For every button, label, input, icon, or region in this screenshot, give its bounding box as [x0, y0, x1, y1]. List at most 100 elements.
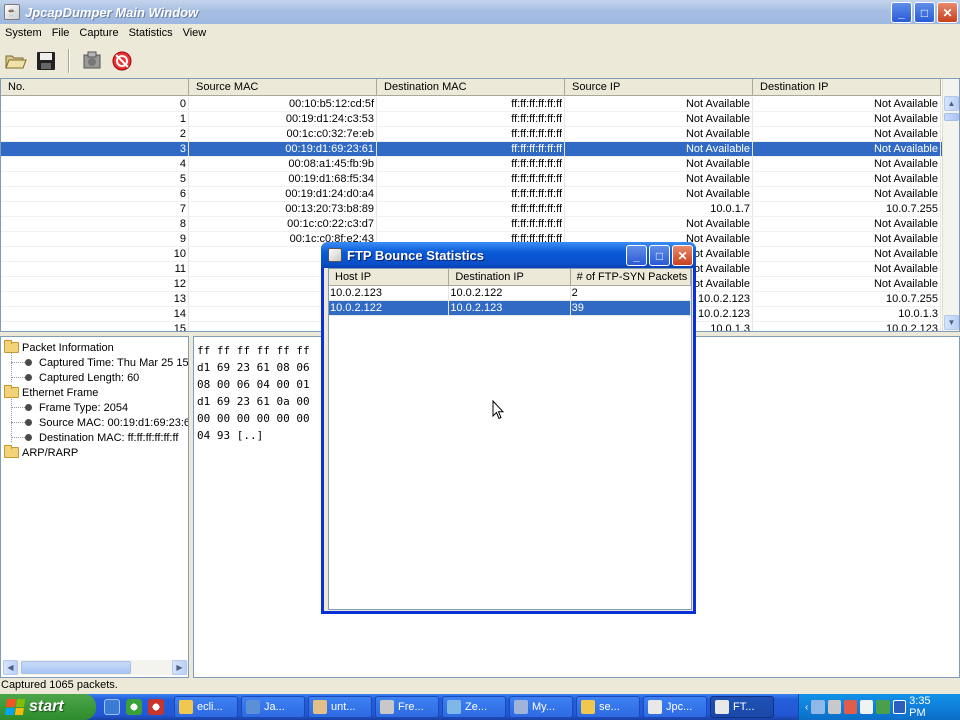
table-row[interactable]: 1 00:19:d1:24:c3:53 ff:ff:ff:ff:ff:ff Not A…	[1, 112, 943, 127]
col-header-destination-mac[interactable]: Destination MAC	[377, 79, 565, 95]
menu-bar: System File Capture Statistics View	[0, 24, 960, 42]
cell-source-ip: Not Available	[565, 127, 753, 141]
table-row[interactable]: 6 00:19:d1:24:d0:a4 ff:ff:ff:ff:ff:ff Not A…	[1, 187, 943, 202]
show-desktop-icon[interactable]	[104, 699, 120, 715]
cell-source-mac: 00:08:a1:45:fb:9b	[189, 157, 377, 171]
dialog-maximize-button[interactable]: □	[649, 245, 670, 266]
title-bar[interactable]: ☕ JpcapDumper Main Window _ □ ✕	[0, 0, 960, 24]
table-row-selected[interactable]: 10.0.2.122 10.0.2.123 39	[329, 301, 691, 316]
tree-node-arp-rarp[interactable]: ARP/RARP	[4, 445, 78, 460]
tray-icon-messenger[interactable]	[876, 700, 890, 714]
tree-leaf-label: Frame Type: 2054	[39, 401, 129, 414]
scroll-thumb[interactable]	[944, 113, 959, 121]
menu-capture[interactable]: Capture	[74, 27, 123, 39]
table-vertical-scrollbar[interactable]: ▲ ▼	[942, 79, 959, 331]
start-button[interactable]: start	[0, 694, 96, 720]
scroll-right-icon[interactable]: ▶	[172, 660, 187, 675]
taskbar-task-button[interactable]: Ja...	[241, 696, 305, 718]
tree-node-packet-information[interactable]: Packet Information	[4, 340, 114, 355]
tree-node-label: Packet Information	[22, 341, 114, 354]
taskbar-task-button[interactable]: se...	[576, 696, 640, 718]
scroll-thumb[interactable]	[21, 661, 131, 674]
table-row[interactable]: 0 00:10:b5:12:cd:5f ff:ff:ff:ff:ff:ff Not A…	[1, 97, 943, 112]
cell-destination-ip: Not Available	[753, 217, 941, 231]
taskbar-task-button[interactable]: Fre...	[375, 696, 439, 718]
tree-leaf-label: Destination MAC: ff:ff:ff:ff:ff:ff	[39, 431, 179, 444]
col-header-source-ip[interactable]: Source IP	[565, 79, 753, 95]
scroll-left-icon[interactable]: ◀	[3, 660, 18, 675]
tree-leaf-source-mac[interactable]: Source MAC: 00:19:d1:69:23:61	[25, 415, 188, 430]
tray-expand-icon[interactable]: ‹	[805, 702, 808, 713]
cell-destination-mac: ff:ff:ff:ff:ff:ff	[377, 127, 565, 141]
task-app-icon	[648, 700, 662, 714]
col-header-host-ip[interactable]: Host IP	[329, 269, 450, 285]
taskbar-task-button[interactable]: Jpc...	[643, 696, 707, 718]
tray-icon-display[interactable]	[827, 700, 841, 714]
tree-node-ethernet-frame[interactable]: Ethernet Frame	[4, 385, 98, 400]
capture-stop-icon[interactable]	[110, 49, 134, 73]
table-row[interactable]: 8 00:1c:c0:22:c3:d7 ff:ff:ff:ff:ff:ff Not A…	[1, 217, 943, 232]
tree-leaf-captured-time[interactable]: Captured Time: Thu Mar 25 15:35	[25, 355, 188, 370]
table-row[interactable]: 10.0.2.123 10.0.2.122 2	[329, 286, 691, 301]
tree-node-label: ARP/RARP	[22, 446, 79, 459]
tray-icon-monitor[interactable]	[892, 700, 907, 714]
dialog-minimize-button[interactable]: _	[626, 245, 647, 266]
tray-icon-network[interactable]	[811, 700, 825, 714]
col-header-destination-ip[interactable]: Destination IP	[449, 269, 571, 285]
status-bar: Captured 1065 packets.	[1, 679, 118, 691]
scroll-up-icon[interactable]: ▲	[944, 96, 959, 111]
task-label: Jpc...	[666, 701, 693, 713]
cell-destination-ip: Not Available	[753, 127, 941, 141]
task-app-icon	[447, 700, 461, 714]
taskbar-task-button[interactable]: My...	[509, 696, 573, 718]
tree-horizontal-scrollbar[interactable]: ◀ ▶	[3, 660, 188, 675]
table-row[interactable]: 2 00:1c:c0:32:7e:eb ff:ff:ff:ff:ff:ff Not A…	[1, 127, 943, 142]
network-icon[interactable]	[148, 699, 164, 715]
table-row[interactable]: 5 00:19:d1:68:f5:34 ff:ff:ff:ff:ff:ff Not A…	[1, 172, 943, 187]
save-disk-icon[interactable]	[34, 49, 58, 73]
menu-view[interactable]: View	[178, 27, 212, 39]
maximize-button[interactable]: □	[914, 2, 935, 23]
close-button[interactable]: ✕	[937, 2, 958, 23]
table-row[interactable]: 4 00:08:a1:45:fb:9b ff:ff:ff:ff:ff:ff Not A…	[1, 157, 943, 172]
table-header: No. Source MAC Destination MAC Source IP…	[1, 79, 941, 96]
menu-statistics[interactable]: Statistics	[124, 27, 178, 39]
minimize-button[interactable]: _	[891, 2, 912, 23]
windows-flag-icon	[4, 699, 26, 715]
scroll-down-icon[interactable]: ▼	[944, 315, 959, 330]
col-header-ftp-syn-packets[interactable]: # of FTP-SYN Packets	[571, 269, 691, 285]
dialog-title-bar[interactable]: FTP Bounce Statistics _ □ ✕	[321, 242, 696, 268]
capture-start-icon[interactable]	[80, 49, 104, 73]
cell-destination-ip: Not Available	[753, 112, 941, 126]
col-header-destination-ip[interactable]: Destination IP	[753, 79, 941, 95]
dialog-close-button[interactable]: ✕	[672, 245, 693, 266]
packet-tree-panel: Packet Information Captured Time: Thu Ma…	[0, 336, 189, 678]
cell-destination-ip: 10.0.2.122	[449, 286, 571, 300]
tray-icon-update[interactable]	[860, 700, 874, 714]
taskbar-task-button[interactable]: ecli...	[174, 696, 238, 718]
cell-no: 15	[1, 322, 189, 331]
taskbar-task-button[interactable]: FT...	[710, 696, 774, 718]
cell-no: 1	[1, 112, 189, 126]
tray-icon-antivirus[interactable]	[843, 700, 858, 714]
taskbar-task-button[interactable]: unt...	[308, 696, 372, 718]
system-tray: ‹ 3:35 PM	[798, 694, 960, 720]
task-label: se...	[599, 701, 620, 713]
taskbar-task-button[interactable]: Ze...	[442, 696, 506, 718]
tree-leaf-destination-mac[interactable]: Destination MAC: ff:ff:ff:ff:ff:ff	[25, 430, 178, 445]
col-header-source-mac[interactable]: Source MAC	[189, 79, 377, 95]
cell-destination-mac: ff:ff:ff:ff:ff:ff	[377, 97, 565, 111]
table-row[interactable]: 7 00:13:20:73:b8:89 ff:ff:ff:ff:ff:ff 10.0.…	[1, 202, 943, 217]
ftp-bounce-dialog: FTP Bounce Statistics _ □ ✕ Host IP Dest…	[321, 242, 696, 614]
menu-system[interactable]: System	[0, 27, 47, 39]
menu-file[interactable]: File	[47, 27, 75, 39]
open-folder-icon[interactable]	[4, 49, 28, 73]
table-row-selected[interactable]: 3 00:19:d1:69:23:61 ff:ff:ff:ff:ff:ff Not A…	[1, 142, 943, 157]
cell-source-mac: 00:19:d1:68:f5:34	[189, 172, 377, 186]
tree-leaf-captured-length[interactable]: Captured Length: 60	[25, 370, 139, 385]
folder-icon	[4, 340, 19, 353]
tree-leaf-frame-type[interactable]: Frame Type: 2054	[25, 400, 128, 415]
col-header-no[interactable]: No.	[1, 79, 189, 95]
messenger-icon[interactable]	[126, 699, 142, 715]
clock[interactable]: 3:35 PM	[909, 695, 948, 719]
